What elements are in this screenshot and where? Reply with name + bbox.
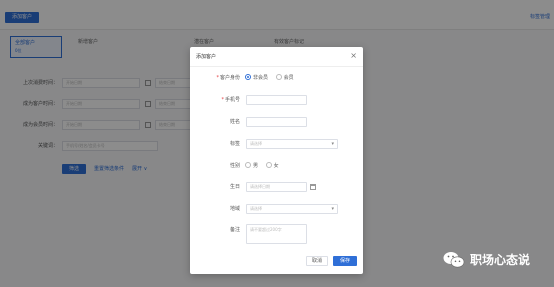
radio-checked-icon	[245, 73, 251, 80]
remark-textarea[interactable]: 请不要超过200字	[246, 224, 307, 244]
phone-label: *手机号	[190, 95, 240, 105]
watermark: 职场心态说	[443, 250, 548, 270]
calendar-icon[interactable]	[310, 184, 316, 190]
tags-label: 标签	[229, 141, 240, 147]
phone-input[interactable]	[246, 95, 307, 105]
radio-icon	[275, 73, 282, 80]
remark-label: 备注	[229, 227, 240, 233]
dialog-header: 添加客户 ×	[190, 47, 363, 67]
chevron-down-icon: ▾	[331, 141, 334, 147]
watermark-text: 职场心态说	[470, 253, 531, 267]
gender-label: 性别	[229, 163, 240, 169]
birthday-label: 生日	[229, 184, 240, 190]
radio-male[interactable]: 男	[245, 161, 258, 171]
region-label: 地域	[229, 206, 240, 212]
identity-radio-group: 非会员 会员	[245, 73, 300, 83]
region-select[interactable]: 请选择 ▾	[246, 204, 338, 214]
required-mark: *	[221, 97, 224, 103]
gender-radio-group: 男 女	[245, 161, 285, 171]
tags-placeholder: 请选择	[250, 141, 262, 146]
chevron-down-icon: ▾	[331, 206, 334, 212]
radio-icon	[265, 161, 272, 168]
tags-select[interactable]: 请选择 ▾	[246, 139, 338, 149]
identity-label-text: 客户身份	[219, 75, 240, 81]
save-button[interactable]: 保存	[333, 256, 357, 266]
dialog-title: 添加客户	[196, 54, 217, 60]
radio-label: 男	[253, 163, 259, 169]
radio-label: 会员	[283, 75, 294, 81]
radio-label: 非会员	[253, 75, 269, 81]
wechat-logo-icon	[443, 252, 465, 268]
identity-label: *客户身份	[190, 73, 240, 83]
close-icon[interactable]: ×	[350, 51, 357, 61]
phone-label-text: 手机号	[224, 97, 240, 103]
cancel-button[interactable]: 取消	[306, 256, 328, 266]
birthday-input[interactable]: 请选择日期	[246, 182, 307, 192]
radio-icon	[245, 161, 251, 168]
required-mark: *	[216, 75, 219, 81]
name-input[interactable]	[246, 117, 307, 127]
radio-label: 女	[273, 163, 279, 169]
radio-member[interactable]: 会员	[275, 73, 294, 83]
add-customer-dialog: 添加客户 × *客户身份 非会员 会员 *手机号 姓名 标签 请选择 ▾ 性别 …	[190, 47, 363, 274]
radio-female[interactable]: 女	[265, 161, 279, 171]
region-placeholder: 请选择	[250, 206, 262, 211]
name-label: 姓名	[229, 119, 240, 125]
radio-non-member[interactable]: 非会员	[245, 73, 268, 83]
